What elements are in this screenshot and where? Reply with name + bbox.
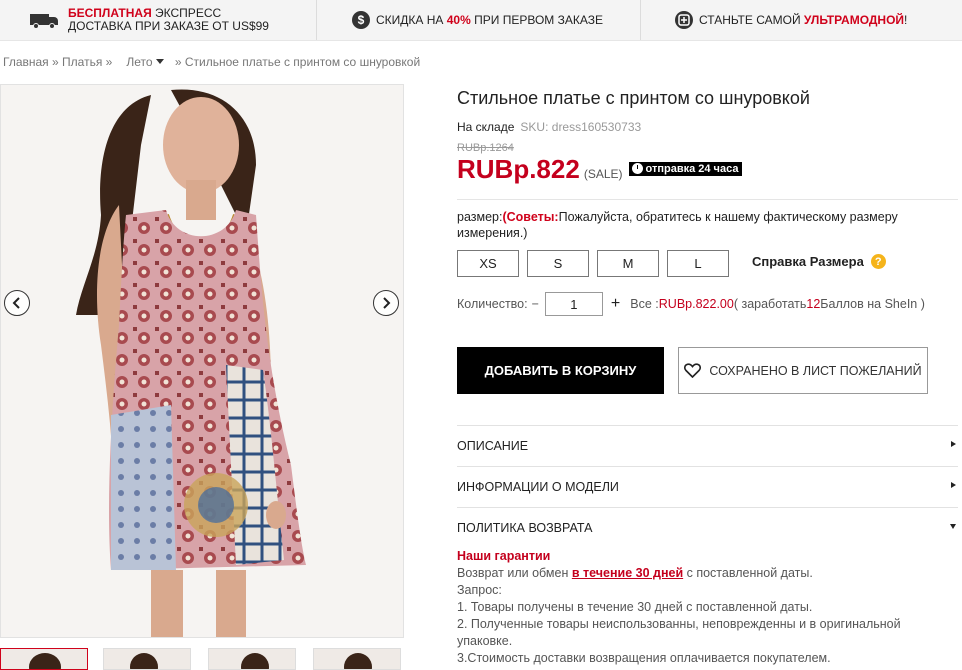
accordion-model-info[interactable]: Информации о модели [457, 466, 958, 506]
size-option-s[interactable]: S [527, 250, 589, 277]
promo-divider [640, 0, 641, 40]
breadcrumb: Главная » Платья » Лето » Стильное платье… [3, 55, 421, 69]
earn-points: 12 [806, 297, 821, 311]
policy-line: 3.Стоимость доставки возвращения оплачив… [457, 651, 831, 665]
accordion-model-label: Информации о модели [457, 479, 619, 494]
chevron-left-icon [12, 297, 20, 309]
promo-discount-pre: СКИДКА НА [376, 13, 447, 27]
size-option-m[interactable]: M [597, 250, 659, 277]
size-tips-label: Советы: [506, 210, 559, 224]
policy-30-days: в течение 30 дней [571, 566, 684, 580]
accordion-return-policy[interactable]: Политика возврата [457, 507, 958, 547]
add-to-cart-button[interactable]: ДОБАВИТЬ В КОРЗИНУ [457, 347, 664, 394]
quantity-plus-button[interactable]: + [611, 295, 620, 313]
product-title: Стильное платье с принтом со шнуровкой [457, 88, 810, 108]
breadcrumb-summer[interactable]: Лето [126, 55, 152, 69]
breadcrumb-home[interactable]: Главная [3, 55, 49, 69]
total-label: Все : [630, 297, 659, 311]
promo-shipping-threshold: ДОСТАВКА ПРИ ЗАКАЗЕ ОТ US$99 [68, 19, 269, 33]
shipping-badge-label: отправка 24 часа [645, 162, 739, 175]
chevron-down-icon[interactable] [155, 59, 164, 64]
promo-discount-value: 40% [446, 13, 471, 27]
stock-status: На складе [457, 120, 515, 134]
question-icon: ? [870, 254, 886, 269]
size-guide-link[interactable]: Справка Размера? [752, 254, 886, 269]
price-row: RUBp.822 (SALE) отправка 24 часа [457, 154, 743, 185]
accordion-returns-label: Политика возврата [457, 520, 593, 535]
earn-pre: ( заработать [733, 297, 807, 311]
size-label: размер:(Советы:Пожалуйста, обратитесь к … [457, 210, 898, 240]
thumbnail[interactable] [0, 648, 88, 670]
plus-square-icon [675, 11, 693, 29]
return-policy-content: Наши гарантии Возврат или обмен в течени… [457, 548, 927, 667]
caret-right-icon [951, 441, 956, 447]
gallery-prev-button[interactable] [4, 290, 30, 316]
thumbnail[interactable] [208, 648, 296, 670]
wishlist-button[interactable]: СОХРАНЕНО В ЛИСТ ПОЖЕЛАНИЙ [678, 347, 928, 394]
quantity-label: Количество: [457, 297, 528, 311]
promo-bar: БЕСПЛАТНАЯ ЭКСПРЕСС ДОСТАВКА ПРИ ЗАКАЗЕ … [0, 0, 962, 41]
promo-discount-post: ПРИ ПЕРВОМ ЗАКАЗЕ [470, 13, 603, 27]
quantity-input[interactable] [544, 292, 603, 316]
policy-title: Наши гарантии [457, 549, 551, 563]
thumbnail[interactable] [103, 648, 191, 670]
policy-line: 2. Полученные товары неиспользованны, не… [457, 617, 901, 648]
policy-line: Запрос: [457, 583, 502, 597]
promo-fashion-highlight: УЛЬТРАМОДНОЙ [803, 13, 905, 27]
promo-discount[interactable]: $ СКИДКА НА 40% ПРИ ПЕРВОМ ЗАКАЗЕ [352, 0, 603, 40]
size-option-xs[interactable]: XS [457, 250, 519, 277]
promo-fashion-post: ! [904, 13, 908, 27]
wishlist-label: СОХРАНЕНО В ЛИСТ ПОЖЕЛАНИЙ [709, 363, 922, 378]
caret-down-icon [950, 524, 956, 529]
gallery-next-button[interactable] [373, 290, 399, 316]
accordion-description-label: Описание [457, 438, 529, 453]
policy-line: 1. Товары получены в течение 30 дней с п… [457, 600, 813, 614]
clock-icon [631, 163, 643, 174]
promo-fashion-pre: СТАНЬТЕ САМОЙ [699, 13, 804, 27]
product-photo [1, 85, 403, 637]
divider [457, 199, 958, 200]
thumbnail-strip [0, 648, 404, 670]
product-main-image[interactable] [0, 84, 404, 638]
policy-line: Возврат или обмен в течение 30 дней с по… [457, 566, 813, 580]
earn-post: Баллов на SheIn ) [820, 297, 925, 311]
sku-label: SKU: dress160530733 [520, 120, 642, 134]
thumbnail[interactable] [313, 648, 401, 670]
promo-divider [316, 0, 317, 40]
current-price: RUBp.822 [457, 154, 580, 184]
old-price: RUBp.1264 [457, 142, 514, 154]
chevron-right-icon [383, 297, 391, 309]
size-guide-label: Справка Размера [752, 254, 864, 269]
accordion-description[interactable]: Описание [457, 425, 958, 465]
sale-tag: (SALE) [583, 167, 623, 181]
promo-express-label: ЭКСПРЕСС [151, 6, 222, 20]
caret-right-icon [951, 482, 956, 488]
quantity-row: Количество: − + Все : RUBp.822.00 ( зара… [457, 292, 925, 316]
size-option-l[interactable]: L [667, 250, 729, 277]
size-label-text: размер: [457, 210, 503, 224]
stock-row: На складе SKU: dress160530733 [457, 120, 641, 134]
truck-icon [30, 12, 60, 29]
breadcrumb-dresses[interactable]: Платья [62, 55, 102, 69]
total-price: RUBp.822.00 [658, 297, 734, 311]
promo-free-label: БЕСПЛАТНАЯ [68, 6, 152, 20]
heart-icon [684, 363, 702, 378]
promo-free-shipping[interactable]: БЕСПЛАТНАЯ ЭКСПРЕСС ДОСТАВКА ПРИ ЗАКАЗЕ … [30, 0, 269, 40]
shipping-badge: отправка 24 часа [628, 161, 743, 176]
breadcrumb-current: Стильное платье с принтом со шнуровкой [184, 55, 421, 69]
dollar-icon: $ [352, 11, 370, 29]
quantity-minus-button[interactable]: − [532, 297, 539, 311]
promo-fashion[interactable]: СТАНЬТЕ САМОЙ УЛЬТРАМОДНОЙ! [675, 0, 907, 40]
